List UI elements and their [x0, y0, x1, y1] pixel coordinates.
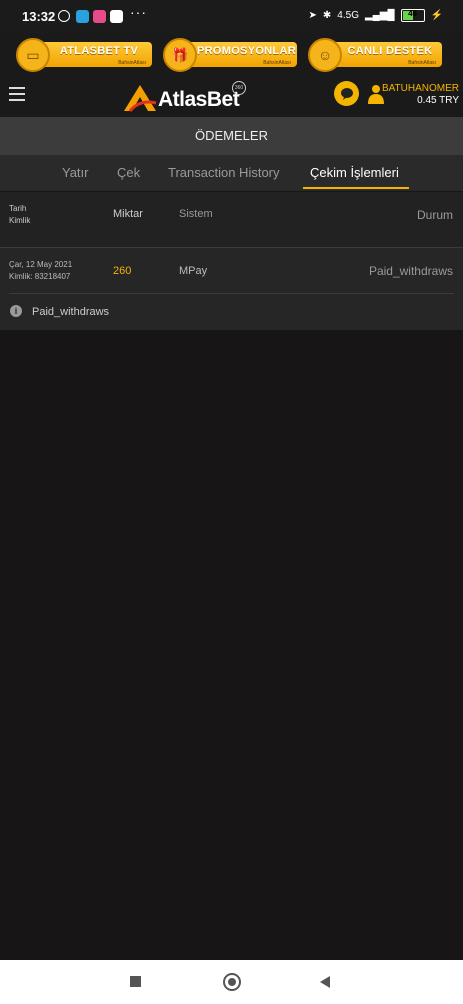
tab-cekim-islemleri[interactable]: Çekim İşlemleri: [310, 165, 399, 180]
status-time: 13:32: [22, 9, 56, 24]
row-system: MPay: [179, 265, 208, 277]
header-miktar: Miktar: [113, 208, 143, 220]
header-sistem: Sistem: [179, 208, 213, 220]
alarm-icon: [58, 10, 70, 22]
tv-sub-label: BahsinAtlası: [118, 60, 146, 66]
promo-sub-label: BahsinAtlası: [263, 60, 291, 66]
active-tab-indicator: [303, 187, 409, 189]
username[interactable]: BATUHANOMER: [382, 83, 459, 94]
header-durum: Durum: [416, 208, 453, 222]
status-right: ➤ ✱ 4.5G ▂▄▆█ 46 ⚡: [309, 9, 443, 22]
gift-icon: 🎁: [163, 38, 197, 72]
charging-icon: ⚡: [430, 10, 443, 21]
row-id: Kimlik: 83218407: [9, 272, 71, 281]
info-icon: i: [10, 305, 22, 317]
tab-transaction-history[interactable]: Transaction History: [168, 165, 280, 180]
header-kimlik: Kimlik: [9, 216, 31, 225]
tv-icon: ▭: [16, 38, 50, 72]
support-agent-icon: ☺: [308, 38, 342, 72]
home-icon[interactable]: [223, 973, 241, 991]
row-amount: 260: [113, 265, 132, 277]
header-tarih-kimlik: Tarih Kimlik: [9, 203, 30, 227]
tab-yatir[interactable]: Yatır: [62, 165, 89, 180]
recents-icon[interactable]: [130, 976, 141, 987]
support-sub-label: BahsinAtlası: [408, 60, 436, 66]
back-icon[interactable]: [320, 976, 330, 988]
app-p-icon: [93, 10, 106, 23]
status-bar: 13:32 ··· ➤ ✱ 4.5G ▂▄▆█ 46 ⚡: [0, 0, 463, 34]
promotions-button[interactable]: 🎁 PROMOSYONLAR BahsinAtlası: [163, 38, 297, 72]
network-type: 4.5G: [337, 10, 359, 21]
signal-icon: ▂▄▆█: [364, 10, 395, 21]
gmail-icon: [110, 10, 123, 23]
header-tarih: Tarih: [9, 204, 27, 213]
logo-text: AtlasBet: [158, 88, 240, 111]
battery-level: 46: [408, 9, 417, 18]
live-support-label: CANLI DESTEK: [347, 45, 433, 57]
info-bar: i Paid_withdraws: [0, 294, 463, 330]
table-header: Tarih Kimlik Miktar Sistem Durum: [0, 192, 463, 248]
row-date: Çar, 12 May 2021: [9, 260, 73, 269]
atlasbet-tv-button[interactable]: ▭ ATLASBET TV BahsinAtlası: [16, 38, 152, 72]
atlasbet-logo[interactable]: AtlasBet 360: [122, 79, 252, 113]
chat-icon[interactable]: [334, 81, 359, 106]
live-support-button[interactable]: ☺ CANLI DESTEK BahsinAtlası: [308, 38, 442, 72]
menu-icon[interactable]: [9, 87, 25, 101]
tab-cek[interactable]: Çek: [117, 165, 140, 180]
promo-bar: ▭ ATLASBET TV BahsinAtlası 🎁 PROMOSYONLA…: [0, 34, 463, 75]
page-title: ÖDEMELER: [0, 117, 463, 155]
telegram-icon: [76, 10, 89, 23]
balance: 0.45 TRY: [417, 95, 459, 106]
bluetooth-icon: ✱: [322, 10, 332, 21]
table-row[interactable]: Çar, 12 May 2021 Kimlik: 83218407 260 MP…: [0, 248, 463, 294]
atlasbet-tv-label: ATLASBET TV: [59, 45, 139, 57]
promotions-label: PROMOSYONLAR: [197, 45, 296, 57]
battery-icon: 46: [400, 9, 425, 22]
site-header: AtlasBet 360 BATUHANOMER 0.45 TRY: [0, 75, 463, 119]
system-nav-bar: [0, 960, 463, 1004]
row-status: Paid_withdraws: [368, 264, 453, 278]
info-text: Paid_withdraws: [32, 306, 110, 318]
logo-badge: 360: [232, 81, 246, 95]
location-icon: ➤: [308, 10, 317, 21]
logo-mark-icon: [124, 85, 157, 113]
more-notifications-icon: ···: [130, 4, 147, 20]
payment-tabs: Yatır Çek Transaction History Çekim İşle…: [0, 155, 463, 191]
row-date-id: Çar, 12 May 2021 Kimlik: 83218407: [9, 259, 72, 283]
